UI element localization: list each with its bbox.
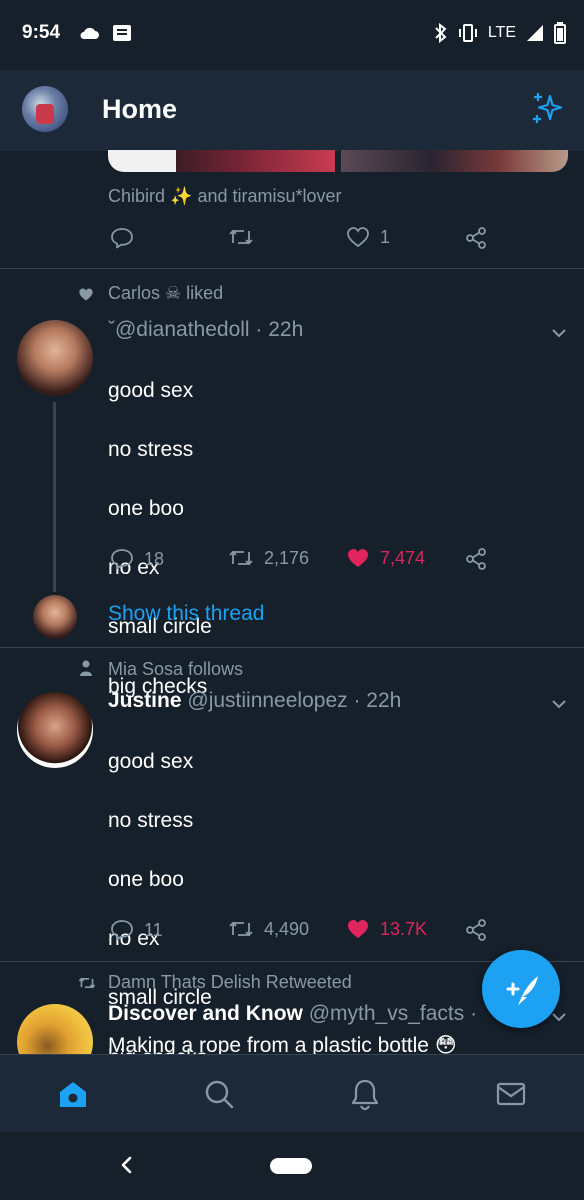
retweet-count: 2,176: [264, 547, 310, 568]
avatar[interactable]: [17, 320, 93, 396]
like-count: 1: [380, 226, 391, 247]
media-tags[interactable]: Chibird ✨ and tiramisu*lover: [108, 186, 342, 207]
retweet-icon: [229, 229, 253, 245]
share-button[interactable]: [464, 918, 488, 942]
tweet-text[interactable]: Making a rope from a plastic bottle 😳: [108, 1031, 457, 1054]
reply-icon: [111, 920, 133, 941]
timeline[interactable]: Chibird ✨ and tiramisu*lover 1 Carlos ☠ …: [0, 150, 584, 1054]
reply-button[interactable]: 11: [110, 918, 163, 942]
social-context[interactable]: Carlos ☠ liked: [108, 283, 223, 304]
tweet-line: good sex: [108, 378, 194, 402]
tweet-actions: 1: [0, 226, 584, 256]
heart-filled-icon: [348, 920, 368, 938]
reply-button[interactable]: [110, 226, 134, 250]
avatar[interactable]: [17, 692, 93, 768]
tweet-line: one boo: [108, 867, 184, 891]
tweet-header[interactable]: ˇ@dianathedoll · 22h: [108, 318, 303, 342]
tweet-media[interactable]: [108, 150, 568, 172]
battery-icon: [554, 22, 566, 44]
home-icon[interactable]: [56, 1077, 90, 1111]
divider: [0, 268, 584, 269]
tweet-header[interactable]: Discover and Know @myth_vs_facts ·: [108, 1002, 477, 1026]
status-bar: 9:54 LTE: [0, 0, 584, 70]
handle-and-time: @myth_vs_facts ·: [308, 1002, 478, 1025]
like-button[interactable]: 7,474: [346, 547, 425, 569]
vibrate-icon: [458, 24, 477, 42]
notifications-icon[interactable]: [348, 1077, 382, 1111]
like-button[interactable]: 1: [346, 226, 390, 248]
display-name: Discover and Know: [108, 1002, 303, 1025]
share-button[interactable]: [464, 226, 488, 250]
share-icon: [466, 548, 486, 570]
heart-small-icon: [79, 288, 93, 301]
tweet-line: one boo: [108, 496, 184, 520]
share-icon: [466, 227, 486, 249]
reply-icon: [111, 228, 133, 249]
bottom-nav: [0, 1054, 584, 1133]
avatar[interactable]: [22, 86, 68, 132]
tweet-actions: 11 4,490 13.7K: [0, 918, 584, 948]
handle-and-time: ˇ@dianathedoll · 22h: [108, 318, 304, 341]
tweet-line: no stress: [108, 437, 194, 461]
chevron-down-icon[interactable]: [550, 324, 568, 342]
tweet-line: no stress: [108, 808, 194, 832]
retweet-icon: [229, 921, 253, 937]
chevron-down-icon[interactable]: [550, 695, 568, 713]
divider: [0, 647, 584, 648]
person-icon: [80, 660, 92, 676]
retweet-small-icon: [78, 977, 96, 989]
page-title: Home: [102, 94, 178, 124]
tweet-actions: 18 2,176 7,474: [0, 547, 584, 577]
reply-count: 18: [144, 548, 165, 569]
news-icon: [113, 25, 131, 41]
social-context[interactable]: Damn Thats Delish Retweeted: [108, 972, 352, 993]
back-icon[interactable]: [116, 1152, 138, 1178]
heart-outline-icon: [347, 227, 369, 248]
reply-button[interactable]: 18: [110, 547, 164, 571]
retweet-icon: [229, 550, 253, 566]
network-label: LTE: [487, 24, 516, 41]
search-icon[interactable]: [202, 1077, 236, 1111]
retweet-button[interactable]: 4,490: [228, 918, 309, 940]
share-button[interactable]: [464, 547, 488, 571]
signal-icon: [527, 25, 543, 41]
avatar[interactable]: [17, 1004, 93, 1054]
display-name: Justine: [108, 689, 182, 712]
home-pill-button[interactable]: [270, 1158, 312, 1174]
retweet-button[interactable]: [228, 226, 254, 248]
system-nav-bar: [0, 1132, 584, 1200]
reply-icon: [111, 549, 133, 570]
media-image[interactable]: [108, 150, 335, 172]
reply-count: 11: [144, 919, 163, 940]
retweet-count: 4,490: [264, 918, 310, 939]
like-count: 7,474: [380, 547, 426, 568]
tweet-header[interactable]: Justine @justiinneelopez · 22h: [108, 689, 401, 713]
app-header: Home: [0, 70, 584, 151]
sparkle-icon[interactable]: [530, 90, 566, 126]
messages-icon[interactable]: [494, 1077, 528, 1111]
share-icon: [466, 919, 486, 941]
avatar[interactable]: [33, 595, 77, 639]
like-count: 13.7K: [380, 918, 428, 939]
handle-and-time: @justiinneelopez · 22h: [187, 689, 402, 712]
social-context[interactable]: Mia Sosa follows: [108, 659, 243, 680]
like-button[interactable]: 13.7K: [346, 918, 427, 940]
media-image[interactable]: [341, 150, 568, 172]
tweet-line: good sex: [108, 749, 194, 773]
compose-feather-icon: [506, 976, 538, 1006]
cloud-icon: [80, 27, 99, 39]
retweet-button[interactable]: 2,176: [228, 547, 309, 569]
heart-filled-icon: [348, 549, 368, 567]
status-time: 9:54: [22, 22, 61, 43]
bluetooth-icon: [435, 23, 447, 43]
compose-tweet-button[interactable]: [482, 950, 560, 1028]
show-thread-link[interactable]: Show this thread: [108, 602, 264, 626]
